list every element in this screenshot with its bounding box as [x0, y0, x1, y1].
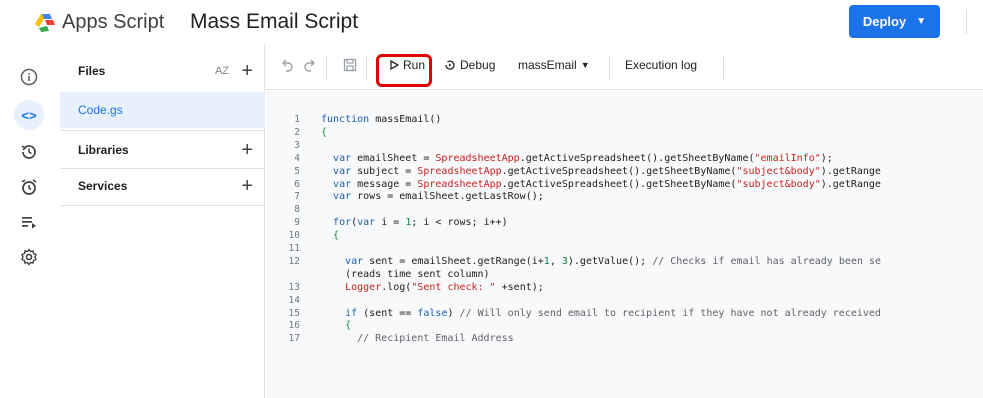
line-number: 2	[294, 126, 300, 138]
file-name: Code.gs	[78, 103, 123, 117]
code-text: {	[345, 320, 352, 332]
undo-icon[interactable]	[281, 58, 295, 72]
files-label: Files	[78, 64, 106, 78]
code-text: var subject = SpreadsheetApp.getActiveSp…	[333, 165, 881, 177]
line-number: 6	[294, 178, 300, 190]
add-file-button[interactable]: +	[241, 61, 253, 81]
dropdown-caret-icon: ▼	[916, 16, 927, 27]
app-name[interactable]: Apps Script	[62, 11, 164, 34]
toolbar-divider	[609, 57, 610, 79]
code-text: {	[321, 126, 328, 138]
libraries-section[interactable]: Libraries +	[60, 132, 265, 168]
save-icon[interactable]	[343, 58, 357, 72]
editor-toolbar: Run Debug massEmail ▼ Execution log	[266, 45, 983, 90]
line-number: 5	[294, 165, 300, 177]
libraries-label: Libraries	[78, 143, 129, 157]
code-text: Logger.log("Sent check: " +sent);	[345, 281, 544, 293]
line-number: 14	[288, 294, 300, 306]
services-section[interactable]: Services +	[60, 168, 265, 204]
files-header: Files AZ +	[60, 53, 265, 89]
code-text: function massEmail()	[321, 114, 442, 125]
redo-icon[interactable]	[302, 58, 316, 72]
toolbar-divider	[326, 57, 327, 79]
line-number: 1	[294, 114, 300, 125]
code-text: for(var i = 1; i < rows; i++)	[333, 217, 508, 229]
code-text: {	[333, 230, 340, 242]
line-number: 7	[294, 191, 300, 203]
code-text: if (sent == false) // Will only send ema…	[345, 307, 881, 319]
dropdown-caret-icon: ▼	[580, 60, 590, 70]
toolbar-divider	[366, 57, 367, 79]
debug-label: Debug	[460, 58, 496, 72]
line-number: 12	[288, 255, 300, 267]
deploy-label: Deploy	[862, 14, 907, 29]
code-text: // Recipient Email Address	[357, 333, 514, 345]
code-editor[interactable]: 1 function massEmail() 2 {3 4 var emailSheet…	[266, 91, 983, 398]
executions-icon[interactable]	[17, 210, 41, 234]
history-icon[interactable]	[17, 140, 41, 164]
services-label: Services	[78, 179, 128, 193]
function-name: massEmail	[518, 58, 577, 72]
left-rail: <>	[0, 45, 60, 398]
divider	[60, 130, 265, 131]
code-text: var rows = emailSheet.getLastRow();	[333, 191, 544, 203]
run-highlight-box	[376, 54, 432, 87]
line-number: 13	[288, 281, 300, 293]
code-text: var sent = emailSheet.getRange(i+1, 3).g…	[345, 255, 881, 267]
line-number: 15	[288, 307, 300, 319]
code-icon[interactable]: <>	[14, 100, 44, 130]
line-number: 9	[294, 217, 300, 229]
line-number: 17	[288, 333, 300, 345]
settings-icon[interactable]	[17, 245, 41, 269]
line-number: 11	[288, 243, 300, 254]
apps-script-logo[interactable]	[33, 10, 59, 34]
alarm-icon[interactable]	[17, 175, 41, 199]
deploy-button[interactable]: Deploy ▼	[849, 5, 940, 38]
file-item-code-gs[interactable]: Code.gs	[60, 92, 265, 128]
divider	[60, 205, 265, 206]
app-header: Apps Script Mass Email Script Deploy ▼	[0, 0, 983, 45]
code-text: var message = SpreadsheetApp.getActiveSp…	[333, 178, 881, 190]
files-panel: Files AZ + Code.gs Libraries + Services …	[60, 45, 265, 398]
debug-button[interactable]: Debug	[444, 58, 495, 72]
sort-az-icon[interactable]: AZ	[215, 65, 229, 77]
line-number: 4	[294, 152, 300, 164]
code-text: (reads time sent column)	[321, 268, 490, 280]
line-number: 8	[294, 204, 300, 216]
execution-log-label: Execution log	[625, 58, 698, 72]
debug-icon	[445, 60, 455, 70]
add-service-button[interactable]: +	[241, 176, 253, 196]
execution-log-button[interactable]: Execution log	[625, 58, 697, 72]
header-divider	[966, 10, 967, 34]
line-number: 16	[288, 320, 300, 332]
line-number: 3	[294, 139, 300, 151]
toolbar-divider	[723, 57, 724, 79]
add-library-button[interactable]: +	[241, 140, 253, 160]
line-number: 10	[288, 230, 300, 242]
code-text: var emailSheet = SpreadsheetApp.getActiv…	[333, 152, 833, 164]
function-selector[interactable]: massEmail ▼	[518, 58, 590, 72]
project-title[interactable]: Mass Email Script	[190, 10, 358, 34]
info-icon[interactable]	[17, 65, 41, 89]
